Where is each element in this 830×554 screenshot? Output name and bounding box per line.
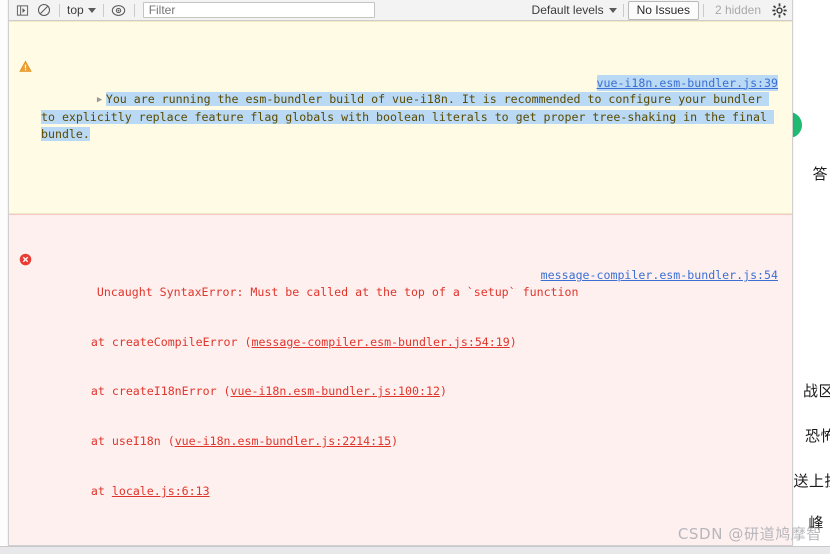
live-expression-button[interactable] — [108, 1, 130, 20]
stack-frame: at locale.js:6:13 — [41, 483, 778, 500]
stack-frame-link[interactable]: message-compiler.esm-bundler.js:54:19 — [251, 335, 509, 349]
chevron-down-icon — [87, 7, 96, 13]
toolbar-divider — [702, 3, 704, 17]
chevron-down-icon — [608, 7, 617, 13]
error-message-text: Uncaught SyntaxError: Must be called at … — [96, 284, 579, 299]
page-text-fragment: 战区 — [802, 382, 830, 400]
toolbar-divider — [59, 3, 60, 17]
clear-console-icon — [37, 3, 51, 17]
console-message-text-container: Uncaught SyntaxError: Must be called at … — [15, 267, 786, 533]
error-circle-icon — [19, 220, 32, 265]
stack-frame-link[interactable]: vue-i18n.esm-bundler.js:2214:15 — [175, 434, 391, 448]
page-text-fragment: 恐怖 — [804, 427, 830, 445]
console-message-error[interactable]: Uncaught SyntaxError: Must be called at … — [9, 213, 792, 545]
stack-frame-suffix: ) — [391, 434, 399, 449]
issues-button[interactable]: No Issues — [627, 0, 699, 20]
console-message-text-container: ▶ You are running the esm-bundler build o… — [15, 74, 786, 176]
stack-frame-link[interactable]: locale.js:6:13 — [112, 484, 210, 498]
stack-frame: at createI18nError (vue-i18n.esm-bundler… — [41, 383, 778, 400]
console-message-text: You are running the esm-bundler build of… — [41, 92, 774, 141]
stack-frame-suffix: ) — [509, 334, 517, 349]
page-text-fragment: 峰 — [808, 514, 824, 532]
devtools-console-panel: top Default levels No Issues 2 hidden — [8, 0, 793, 546]
console-message-list: ▶ You are running the esm-bundler build o… — [9, 21, 792, 545]
stack-frame: at createCompileError (message-compiler.… — [41, 334, 778, 351]
toolbar-divider — [622, 3, 624, 17]
stack-frame-prefix: at createI18nError ( — [63, 384, 231, 399]
stack-frame-suffix: ) — [439, 384, 447, 399]
stack-frame-prefix: at useI18n ( — [63, 434, 175, 449]
console-toolbar: top Default levels No Issues 2 hidden — [9, 0, 792, 21]
console-message-warning[interactable]: ▶ You are running the esm-bundler build o… — [9, 21, 792, 214]
execution-context-label: top — [67, 3, 84, 17]
console-settings-button[interactable] — [768, 1, 790, 20]
stack-frame: at useI18n (vue-i18n.esm-bundler.js:2214… — [41, 433, 778, 450]
toolbar-divider — [133, 3, 135, 17]
eye-icon — [111, 4, 126, 16]
stack-frame-prefix: at — [63, 484, 112, 499]
hidden-messages-count: 2 hidden — [714, 3, 761, 17]
expand-arrow-icon[interactable]: ▶ — [97, 92, 106, 109]
execution-context-selector[interactable]: top — [64, 3, 99, 17]
filter-input[interactable] — [142, 2, 375, 18]
sidebar-icon — [16, 4, 28, 16]
window-bottom-edge — [0, 546, 830, 554]
toolbar-divider — [102, 3, 104, 17]
clear-console-button[interactable] — [33, 1, 55, 20]
warning-triangle-icon — [19, 27, 32, 72]
log-levels-selector[interactable]: Default levels — [532, 3, 619, 17]
sidebar-toggle-button[interactable] — [11, 1, 33, 20]
page-text-fragment: 送上扰 — [793, 472, 830, 490]
source-link[interactable]: message-compiler.esm-bundler.js:54 — [541, 267, 778, 284]
gear-icon — [771, 2, 787, 18]
stack-frame-link[interactable]: vue-i18n.esm-bundler.js:100:12 — [231, 384, 440, 398]
page-text-fragment: 答 — [812, 165, 828, 183]
log-levels-label: Default levels — [531, 3, 604, 17]
source-link[interactable]: vue-i18n.esm-bundler.js:39 — [596, 74, 778, 92]
stack-frame-prefix: at createCompileError ( — [63, 334, 252, 349]
